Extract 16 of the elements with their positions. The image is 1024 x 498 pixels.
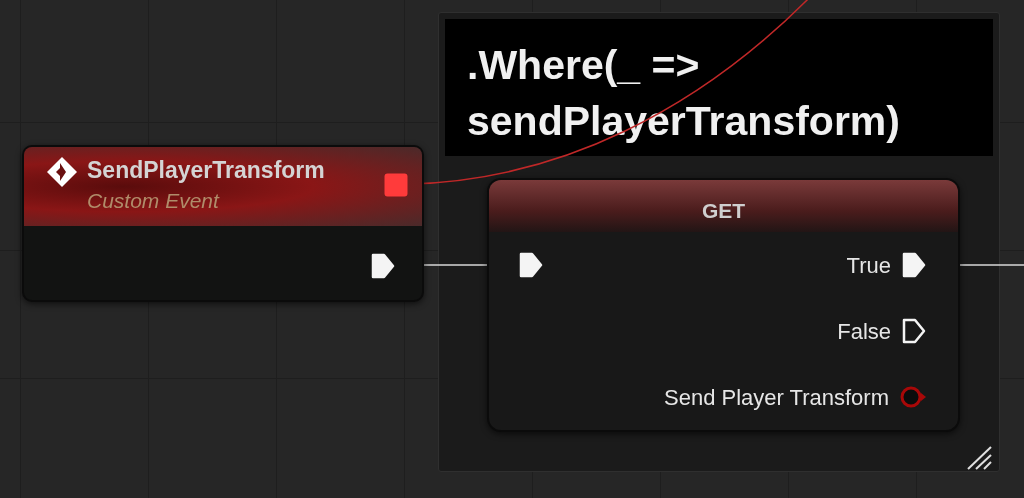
node-subtitle: Custom Event [87,188,221,214]
object-pin-icon[interactable] [899,384,927,410]
get-node[interactable]: GET True False Send Player Transform [487,178,960,432]
event-node[interactable]: SendPlayerTransform Custom Event [22,145,424,302]
pin-label: True [846,251,891,280]
resize-grip-icon[interactable] [966,446,992,470]
pin-label: False [837,317,891,346]
exec-pin-icon[interactable] [518,251,544,279]
pin-label: Send Player Transform [664,383,889,412]
delegate-pin-icon[interactable] [384,173,408,197]
exec-pin-icon[interactable] [901,251,927,279]
exec-pin-icon[interactable] [370,252,396,280]
node-title: GET [701,198,746,225]
exec-pin-icon[interactable] [901,317,927,345]
node-title: SendPlayerTransform [87,156,325,185]
event-diamond-icon [46,156,78,188]
